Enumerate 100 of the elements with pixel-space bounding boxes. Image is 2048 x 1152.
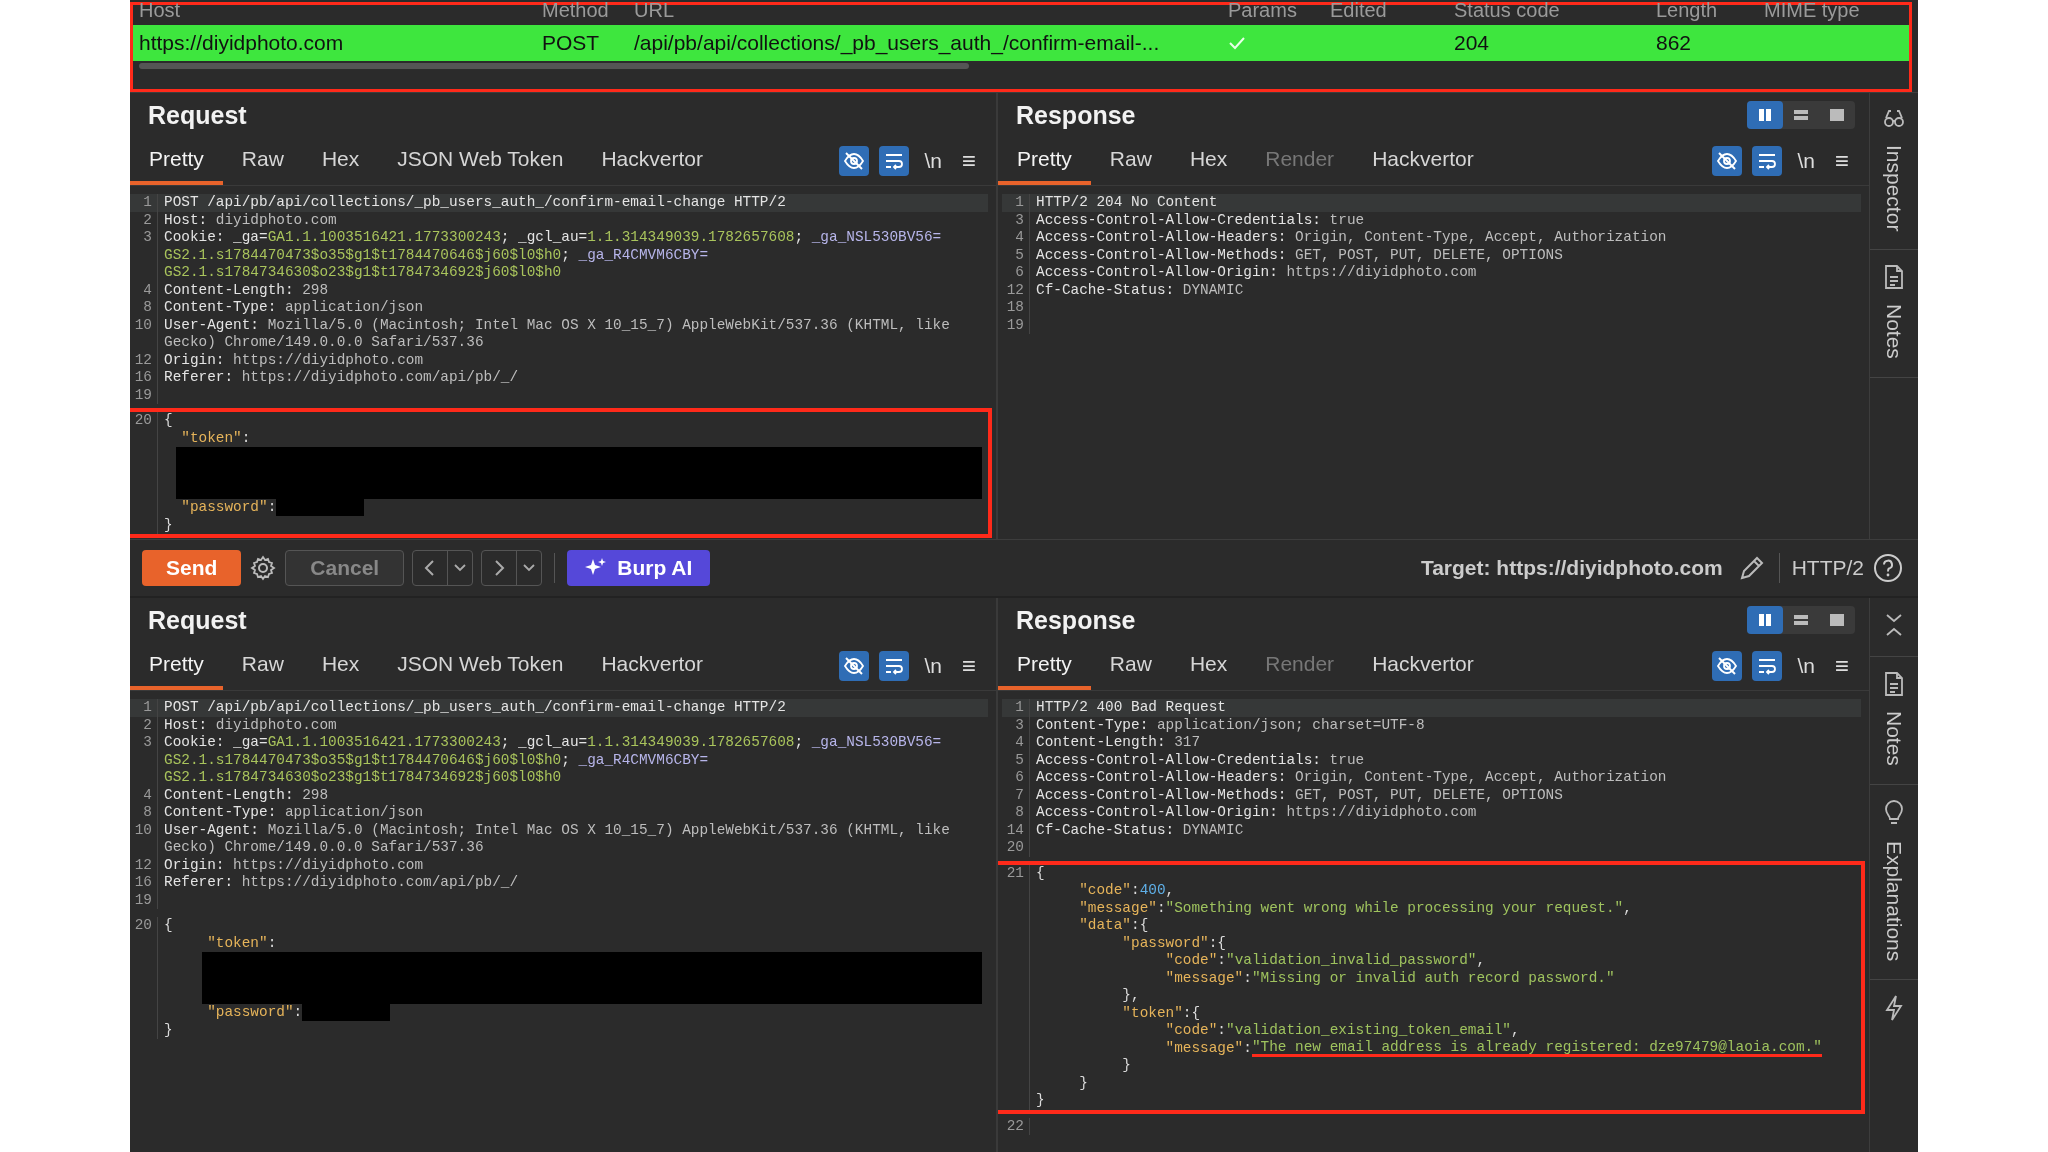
cookie-value: GS2.1.s1784734630$o23$g1$t1784734692$j60$l0$h0 — [164, 264, 562, 282]
sidebar-tab[interactable]: Notes — [1882, 304, 1906, 360]
header-name: Access-Control-Allow-Headers: — [1036, 769, 1287, 787]
line-number: 4 — [1015, 734, 1024, 750]
column-header[interactable]: Params — [1222, 0, 1324, 21]
code-text: : — [1156, 899, 1166, 917]
tab[interactable]: Raw — [222, 137, 303, 185]
newline-toggle[interactable]: \n — [924, 654, 942, 678]
column-header[interactable]: Status code — [1448, 0, 1650, 21]
code-text: :{ — [1131, 917, 1149, 935]
help-icon[interactable] — [1872, 552, 1904, 584]
json-key: "password" — [164, 1004, 294, 1022]
menu-button[interactable]: ≡ — [962, 652, 976, 680]
table-row[interactable]: https://diyidphoto.com POST /api/pb/api/collections/_pb_users_auth_/confirm-email-... 204 862 — [133, 25, 1909, 61]
tab[interactable]: Hex — [302, 642, 379, 690]
wrap-toggle-icon[interactable] — [879, 651, 910, 681]
line-number: 19 — [134, 386, 152, 403]
menu-button[interactable]: ≡ — [962, 147, 976, 175]
newline-toggle[interactable]: \n — [924, 149, 942, 173]
code-text: , — [1623, 899, 1632, 917]
json-key: "token" — [164, 429, 242, 447]
columns-icon — [1757, 108, 1773, 122]
line-number: 12 — [1006, 281, 1024, 298]
code-text: { — [164, 917, 173, 935]
header-name: Access-Control-Allow-Origin: — [1036, 804, 1278, 822]
cookie-name: _ga_NSL530BV56= — [811, 229, 942, 247]
header-name: Content-Type: — [164, 299, 277, 317]
tab[interactable]: Hackvertor — [582, 642, 722, 690]
hidden-toggle-icon[interactable] — [839, 651, 870, 681]
wrap-toggle-icon[interactable] — [1752, 146, 1783, 176]
newline-toggle[interactable]: \n — [1797, 149, 1815, 173]
tab[interactable]: Hackvertor — [1353, 137, 1493, 185]
protocol-label[interactable]: HTTP/2 — [1791, 556, 1864, 580]
line-number: 2 — [143, 211, 152, 228]
header-name: Access-Control-Allow-Credentials: — [1036, 211, 1321, 229]
tab[interactable]: Pretty — [998, 642, 1091, 690]
line-number: 8 — [143, 804, 152, 820]
line-number: 6 — [1015, 769, 1024, 785]
tab[interactable]: JSON Web Token — [378, 642, 583, 690]
json-key: "message" — [1036, 899, 1157, 917]
tab[interactable]: Hex — [302, 137, 379, 185]
line-number: 4 — [143, 786, 152, 803]
code-text: : — [267, 499, 277, 517]
tab[interactable]: Raw — [1090, 642, 1171, 690]
column-header[interactable]: Method — [536, 0, 628, 21]
header-name: Content-Length: — [164, 786, 294, 804]
tab[interactable]: Pretty — [130, 642, 223, 690]
line-number: 19 — [1006, 316, 1024, 333]
notes-icon[interactable] — [1883, 264, 1905, 291]
tab[interactable]: Pretty — [998, 137, 1091, 185]
single-pane-icon — [1829, 613, 1845, 627]
scrollbar[interactable] — [139, 63, 969, 69]
hidden-toggle-icon[interactable] — [839, 146, 870, 176]
columns-view-button[interactable] — [1747, 101, 1783, 129]
header-value: GET, POST, PUT, DELETE, OPTIONS — [1294, 246, 1563, 264]
hidden-toggle-icon[interactable] — [1712, 146, 1743, 176]
header-value: https://diyidphoto.com — [232, 351, 424, 369]
settings-icon[interactable] — [249, 554, 278, 582]
column-header[interactable]: Host — [133, 0, 536, 21]
header-name: Cookie: _ga= — [164, 734, 268, 752]
tab[interactable]: Hackvertor — [1353, 642, 1493, 690]
code-text: { — [164, 412, 173, 430]
lightning-icon[interactable] — [1883, 994, 1905, 1023]
table-cell-text: /api/pb/api/collections/_pb_users_auth_/confirm-email-... — [633, 31, 1161, 55]
sidebar-tab[interactable]: Inspector — [1882, 145, 1906, 232]
sidebar-tab[interactable]: Notes — [1882, 711, 1906, 766]
rows-icon — [1793, 613, 1809, 627]
column-header[interactable]: Length — [1650, 0, 1758, 21]
header-name: Origin: — [164, 351, 225, 369]
header-name: Content-Type: — [1036, 716, 1149, 734]
menu-button[interactable]: ≡ — [1835, 147, 1849, 175]
sidebar-tab[interactable]: Explanations — [1882, 840, 1906, 962]
wrap-toggle-icon[interactable] — [1752, 651, 1783, 681]
newline-toggle[interactable]: \n — [1797, 654, 1815, 678]
lightbulb-icon[interactable] — [1882, 798, 1906, 827]
column-header[interactable]: MIME type — [1758, 0, 1909, 21]
tab[interactable]: Raw — [1090, 137, 1171, 185]
column-header[interactable]: Edited — [1324, 0, 1448, 21]
header-name: Referer: — [164, 874, 234, 892]
line-number: 8 — [1015, 804, 1024, 820]
tab[interactable]: Hex — [1170, 642, 1247, 690]
wrap-toggle-icon[interactable] — [879, 146, 910, 176]
target-label[interactable]: Target: https://diyidphoto.com — [1420, 556, 1723, 580]
header-value: https://diyidphoto.com — [1285, 804, 1477, 822]
menu-button[interactable]: ≡ — [1835, 652, 1849, 680]
tab[interactable]: Pretty — [130, 137, 223, 185]
notes-icon[interactable] — [1883, 671, 1905, 697]
burp-ai-button[interactable]: Burp AI — [567, 550, 711, 586]
hidden-toggle-icon[interactable] — [1712, 651, 1743, 681]
tab[interactable]: JSON Web Token — [378, 137, 583, 185]
column-header[interactable]: URL — [628, 0, 1222, 21]
line-number: 20 — [134, 917, 152, 933]
columns-view-button[interactable] — [1747, 606, 1783, 634]
code-text: }, — [1121, 987, 1140, 1005]
tab[interactable]: Hex — [1170, 137, 1247, 185]
cookie-value: GS2.1.s1784470473$o35$g1$t1784470646$j60$l0$h0 — [164, 751, 562, 769]
line-number: 5 — [1015, 246, 1024, 263]
tab[interactable]: Raw — [222, 642, 303, 690]
header-name: ; — [794, 229, 805, 247]
tab[interactable]: Hackvertor — [582, 137, 722, 185]
